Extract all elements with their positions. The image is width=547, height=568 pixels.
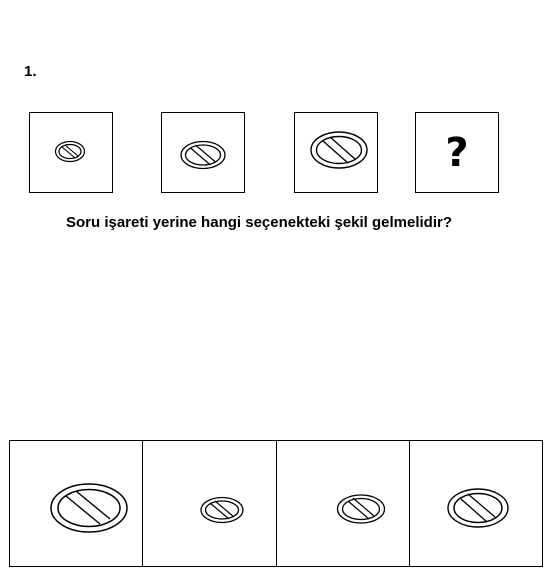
question-prompt: Soru işareti yerine hangi seçenekteki şe… bbox=[66, 214, 453, 231]
sequence-box-2 bbox=[161, 112, 245, 193]
no-entry-icon bbox=[54, 140, 86, 163]
answer-options bbox=[9, 440, 543, 567]
sequence-box-unknown: ? bbox=[415, 112, 499, 193]
sequence-box-1 bbox=[29, 112, 113, 193]
no-entry-icon bbox=[180, 140, 226, 170]
no-entry-icon bbox=[336, 494, 385, 524]
no-entry-icon bbox=[200, 496, 244, 524]
no-entry-icon bbox=[447, 488, 509, 528]
sequence-box-3 bbox=[294, 112, 378, 193]
option-c[interactable] bbox=[275, 441, 409, 566]
option-b[interactable] bbox=[142, 441, 275, 566]
option-a[interactable] bbox=[10, 441, 142, 566]
option-d[interactable] bbox=[408, 441, 542, 566]
no-entry-icon bbox=[310, 131, 368, 169]
no-entry-icon bbox=[50, 483, 128, 533]
question-mark-icon: ? bbox=[445, 129, 469, 176]
question-number: 1. bbox=[24, 63, 37, 80]
